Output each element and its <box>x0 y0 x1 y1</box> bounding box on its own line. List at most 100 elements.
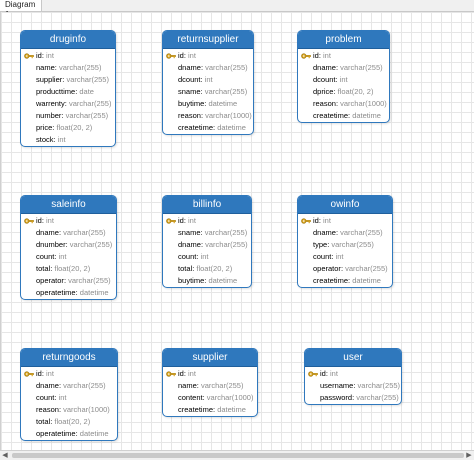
table-title[interactable]: druginfo <box>21 31 115 49</box>
field-row[interactable]: operatetime: datetime <box>21 287 116 299</box>
field-row[interactable]: total: float(20, 2) <box>21 416 117 428</box>
field-row[interactable]: count: int <box>21 251 116 263</box>
key-icon <box>24 370 34 378</box>
table-returnsupplier[interactable]: returnsupplier id: int dname: varchar(255)… <box>162 30 254 135</box>
table-title[interactable]: saleinfo <box>21 196 116 214</box>
field-row[interactable]: id: int <box>163 368 257 380</box>
field-name: count <box>36 252 55 261</box>
field-name: total <box>36 264 51 273</box>
field-row[interactable]: producttime: date <box>21 86 115 98</box>
field-row[interactable]: dcount: int <box>163 74 253 86</box>
field-row[interactable]: createtime: datetime <box>298 110 389 122</box>
table-title[interactable]: problem <box>298 31 389 49</box>
table-title[interactable]: returnsupplier <box>163 31 253 49</box>
field-row[interactable]: total: float(20, 2) <box>163 263 251 275</box>
table-supplier[interactable]: supplier id: int name: varchar(255) content… <box>162 348 258 417</box>
field-row[interactable]: buytime: datetime <box>163 98 253 110</box>
table-billinfo[interactable]: billinfo id: int sname: varchar(255) dname:… <box>162 195 252 288</box>
field-row[interactable]: id: int <box>21 50 115 62</box>
field-name: createtime <box>178 405 214 414</box>
field-row[interactable]: stock: int <box>21 134 115 146</box>
field-name: operatetime <box>36 288 76 297</box>
table-title[interactable]: supplier <box>163 349 257 367</box>
field-row[interactable]: createtime: datetime <box>163 122 253 134</box>
field-row[interactable]: name: varchar(255) <box>163 380 257 392</box>
field-type: varchar(255) <box>345 264 388 273</box>
field-row[interactable]: type: varchar(255) <box>298 239 392 251</box>
field-name: createtime <box>313 276 349 285</box>
field-type: varchar(255) <box>63 228 106 237</box>
field-type: int <box>204 75 213 84</box>
field-row[interactable]: dname: varchar(255) <box>298 227 392 239</box>
field-row[interactable]: createtime: datetime <box>163 404 257 416</box>
scroll-right-icon[interactable]: ▶ <box>464 451 474 460</box>
field-row[interactable]: id: int <box>21 368 117 380</box>
field-row[interactable]: count: int <box>21 392 117 404</box>
table-title[interactable]: returngoods <box>21 349 117 367</box>
field-row[interactable]: total: float(20, 2) <box>21 263 116 275</box>
field-name: createtime <box>313 111 349 120</box>
field-row[interactable]: dcount: int <box>298 74 389 86</box>
field-row[interactable]: dname: varchar(255) <box>163 62 253 74</box>
field-row[interactable]: dname: varchar(255) <box>21 380 117 392</box>
field-row[interactable]: password: varchar(255) <box>305 392 401 404</box>
table-druginfo[interactable]: druginfo id: int name: varchar(255) supplie… <box>20 30 116 147</box>
field-name: buytime <box>178 99 205 108</box>
key-icon <box>24 217 34 225</box>
field-row[interactable]: dnumber: varchar(255) <box>21 239 116 251</box>
field-type: int <box>46 216 54 225</box>
tab-diagram-1[interactable]: Diagram 1 <box>0 0 42 19</box>
field-name: dprice <box>313 87 334 96</box>
field-row[interactable]: count: int <box>298 251 392 263</box>
field-row[interactable]: id: int <box>298 215 392 227</box>
field-row[interactable]: dname: varchar(255) <box>298 62 389 74</box>
table-returngoods[interactable]: returngoods id: int dname: varchar(255) cou… <box>20 348 118 441</box>
field-row[interactable]: count: int <box>163 251 251 263</box>
field-row[interactable]: dname: varchar(255) <box>163 239 251 251</box>
table-saleinfo[interactable]: saleinfo id: int dname: varchar(255) dnumbe… <box>20 195 117 300</box>
scrollbar-thumb[interactable] <box>12 453 464 458</box>
field-row[interactable]: operator: varchar(255) <box>298 263 392 275</box>
table-problem[interactable]: problem id: int dname: varchar(255) dcount:… <box>297 30 390 123</box>
field-name: sname <box>178 87 201 96</box>
field-name: name <box>178 381 197 390</box>
key-icon <box>24 52 34 60</box>
field-row[interactable]: content: varchar(1000) <box>163 392 257 404</box>
scroll-left-icon[interactable]: ◀ <box>0 451 10 460</box>
field-row[interactable]: name: varchar(255) <box>21 62 115 74</box>
field-row[interactable]: operatetime: datetime <box>21 428 117 440</box>
key-icon <box>301 217 311 225</box>
field-name: dname <box>313 63 336 72</box>
field-row[interactable]: id: int <box>163 50 253 62</box>
field-row[interactable]: username: varchar(255) <box>305 380 401 392</box>
field-name: warrenty <box>36 99 65 108</box>
field-name: buytime <box>178 276 205 285</box>
field-row[interactable]: buytime: datetime <box>163 275 251 287</box>
field-row[interactable]: dname: varchar(255) <box>21 227 116 239</box>
field-row[interactable]: id: int <box>298 50 389 62</box>
field-row[interactable]: createtime: datetime <box>298 275 392 287</box>
field-row[interactable]: reason: varchar(1000) <box>163 110 253 122</box>
field-row[interactable]: price: float(20, 2) <box>21 122 115 134</box>
field-row[interactable]: operator: varchar(255) <box>21 275 116 287</box>
field-type: varchar(1000) <box>206 393 254 402</box>
table-title[interactable]: billinfo <box>163 196 251 214</box>
field-row[interactable]: dprice: float(20, 2) <box>298 86 389 98</box>
field-row[interactable]: number: varchar(255) <box>21 110 115 122</box>
field-list: id: int dname: varchar(255) dcount: int sna… <box>163 49 253 134</box>
field-row[interactable]: warrenty: varchar(255) <box>21 98 115 110</box>
field-row[interactable]: sname: varchar(255) <box>163 227 251 239</box>
field-row[interactable]: sname: varchar(255) <box>163 86 253 98</box>
horizontal-scrollbar[interactable]: ◀ ▶ <box>0 450 474 460</box>
table-owinfo[interactable]: owinfo id: int dname: varchar(255) type: va… <box>297 195 393 288</box>
field-row[interactable]: reason: varchar(1000) <box>21 404 117 416</box>
field-row[interactable]: reason: varchar(1000) <box>298 98 389 110</box>
field-row[interactable]: id: int <box>305 368 401 380</box>
field-type: int <box>330 369 338 378</box>
field-row[interactable]: id: int <box>21 215 116 227</box>
table-user[interactable]: user id: int username: varchar(255) passwor… <box>304 348 402 405</box>
field-row[interactable]: supplier: varchar(255) <box>21 74 115 86</box>
table-title[interactable]: user <box>305 349 401 367</box>
table-title[interactable]: owinfo <box>298 196 392 214</box>
field-row[interactable]: id: int <box>163 215 251 227</box>
